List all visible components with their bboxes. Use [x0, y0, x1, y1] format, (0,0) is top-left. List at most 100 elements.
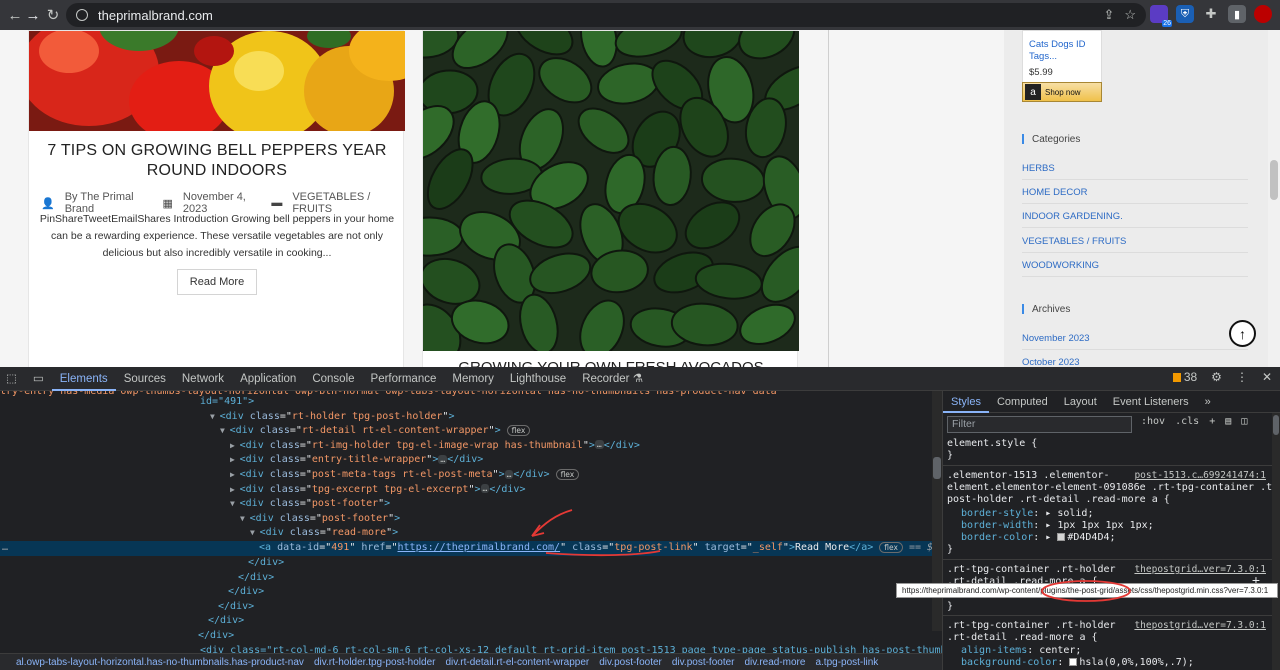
rule3-prop-background-color[interactable]: background-color: hsla(0,0%,100%,.7); [961, 657, 1194, 669]
settings-gear-icon[interactable]: ⚙ [1211, 370, 1222, 384]
prop-name: border-width [961, 520, 1034, 531]
share-icon[interactable]: ⇪ [1103, 7, 1114, 23]
crumb-4[interactable]: div.post-footer [667, 657, 740, 668]
avocado-shape [739, 303, 796, 345]
site-info-icon[interactable] [76, 9, 88, 21]
post-title[interactable]: 7 TIPS ON GROWING BELL PEPPERS YEAR ROUN… [39, 141, 395, 181]
page-scrollbar-thumb[interactable] [1270, 160, 1278, 200]
new-rule-icon[interactable]: + [1209, 416, 1215, 427]
prop-value: center; [1039, 645, 1082, 656]
avocado-shape [700, 157, 766, 203]
hov-toggle[interactable]: :hov [1141, 416, 1165, 427]
dom-breadcrumb: al.owp-tabs-layout-horizontal.has-no-thu… [0, 653, 942, 670]
product-title[interactable]: Cats Dogs ID Tags... [1029, 39, 1101, 63]
tab-performance[interactable]: Performance [363, 367, 445, 391]
categories-heading-text: Categories [1032, 134, 1081, 145]
bookmark-star-icon[interactable]: ☆ [1124, 7, 1136, 23]
tab-elements[interactable]: Elements [51, 367, 116, 391]
content-divider [828, 30, 829, 367]
devtools-menu-icon[interactable]: ⋮ [1236, 370, 1248, 384]
tab-computed[interactable]: Computed [989, 391, 1056, 413]
read-more-button[interactable]: Read More [177, 269, 257, 295]
rule1-selector-2: element.elementor-element-091086e .rt-tp… [947, 482, 1280, 493]
close-devtools-icon[interactable]: ✕ [1262, 370, 1272, 384]
tab-memory[interactable]: Memory [444, 367, 502, 391]
rule2-source-link[interactable]: thepostgrid…ver=7.3.0:1 [1134, 564, 1266, 575]
prop-value: solid; [1057, 508, 1094, 519]
sidebar-toggle-icon[interactable]: ◫ [1241, 416, 1247, 427]
web-page-viewport: 7 TIPS ON GROWING BELL PEPPERS YEAR ROUN… [0, 30, 1280, 367]
extensions-puzzle-icon[interactable]: ✚ [1202, 5, 1220, 23]
styles-scrollbar-thumb[interactable] [1273, 415, 1279, 435]
avocado-shape [579, 299, 625, 351]
archive-item-oct-2023[interactable]: October 2023 [1022, 357, 1248, 367]
element-style-rule[interactable]: element.style { [947, 438, 1037, 450]
profile-avatar[interactable] [1254, 5, 1272, 23]
reload-icon[interactable]: ↻ [42, 4, 64, 26]
page-scrollbar[interactable] [1268, 30, 1280, 367]
crumb-0[interactable]: al.owp-tabs-layout-horizontal.has-no-thu… [0, 657, 309, 668]
extension-icon-1[interactable]: 26 [1150, 5, 1172, 27]
tab-layout[interactable]: Layout [1056, 391, 1105, 413]
rule1-prop-border-style[interactable]: border-style: ▸ solid; [961, 508, 1093, 520]
category-item-herbs[interactable]: HERBS [1022, 163, 1248, 180]
post-excerpt: PinShareTweetEmailShares Introduction Gr… [39, 213, 395, 259]
inspect-element-icon[interactable]: ⬚ [0, 367, 25, 391]
post-card-avocados: GROWING YOUR OWN FRESH AVOCADOS [422, 30, 799, 367]
tab-network[interactable]: Network [174, 367, 232, 391]
crumb-3[interactable]: div.post-footer [594, 657, 667, 668]
avocados-thumbnail[interactable] [423, 31, 799, 351]
browser-toolbar: ← → ↻ theprimalbrand.com ⇪ ☆ 26 ⛨ ✚ ▮ ⋮ [0, 0, 1280, 30]
styles-filter-input[interactable]: Filter [947, 416, 1132, 433]
tab-lighthouse[interactable]: Lighthouse [502, 367, 574, 391]
styles-scrollbar[interactable] [1272, 413, 1280, 670]
bitwarden-icon[interactable]: ⛨ [1176, 5, 1194, 23]
device-toolbar-icon[interactable]: ▭ [25, 367, 52, 391]
tooltip-annotation-circle [1041, 580, 1131, 602]
rule3-source-link[interactable]: thepostgrid…ver=7.3.0:1 [1134, 620, 1266, 631]
address-bar[interactable]: theprimalbrand.com ⇪ ☆ [66, 3, 1146, 27]
tab-event-listeners[interactable]: Event Listeners [1105, 391, 1197, 413]
cls-toggle[interactable]: .cls [1175, 416, 1199, 427]
more-tabs-chevron-icon[interactable]: » [1197, 391, 1219, 413]
tab-sources[interactable]: Sources [116, 367, 174, 391]
crumb-6[interactable]: a.tpg-post-link [810, 657, 883, 668]
color-swatch[interactable] [1069, 658, 1078, 666]
elements-scrollbar-thumb[interactable] [933, 457, 941, 479]
crumb-5[interactable]: div.read-more [740, 657, 811, 668]
tab-console[interactable]: Console [304, 367, 362, 391]
category-item-woodworking[interactable]: WOODWORKING [1022, 260, 1248, 277]
color-swatch[interactable] [1057, 533, 1066, 541]
scroll-to-top-button[interactable]: ↑ [1229, 320, 1256, 347]
archives-heading-text: Archives [1032, 304, 1071, 315]
archive-item-nov-2023[interactable]: November 2023 [1022, 333, 1248, 350]
post-card-peppers: 7 TIPS ON GROWING BELL PEPPERS YEAR ROUN… [28, 30, 405, 367]
category-item-home-decor[interactable]: HOME DECOR [1022, 187, 1248, 204]
sidepanel-icon[interactable]: ▮ [1228, 5, 1246, 23]
issues-counter[interactable]: 38 [1172, 370, 1197, 384]
rule-close-brace: } [947, 450, 954, 461]
categories-heading: Categories [1022, 134, 1080, 145]
shop-now-button[interactable]: a Shop now [1022, 82, 1102, 102]
category-item-vegetables-fruits[interactable]: VEGETABLES / FRUITS [1022, 236, 1248, 253]
crumb-1[interactable]: div.rt-holder.tpg-post-holder [309, 657, 441, 668]
rule3-selector-1: .rt-tpg-container .rt-holder [947, 620, 1116, 631]
peppers-thumbnail[interactable] [29, 31, 405, 131]
crumb-2[interactable]: div.rt-detail.rt-el-content-wrapper [440, 657, 594, 668]
rule1-source-link[interactable]: post-1513.c…699241474:1 [1134, 470, 1266, 481]
paint-icon[interactable]: ▤ [1225, 416, 1231, 427]
rule1-prop-border-width[interactable]: border-width: ▸ 1px 1px 1px 1px; [961, 520, 1154, 532]
tab-recorder[interactable]: Recorder ⚗ [574, 367, 651, 391]
avocado-shape [580, 31, 618, 68]
avocado-shape [614, 31, 683, 58]
tab-application[interactable]: Application [232, 367, 304, 391]
prop-name: border-style [961, 508, 1034, 519]
category-item-indoor-gardening[interactable]: INDOOR GARDENING. [1022, 211, 1248, 228]
tab-styles[interactable]: Styles [943, 391, 989, 413]
annotation-overlay [531, 509, 661, 557]
rule3-prop-align-items[interactable]: align-items: center; [961, 645, 1081, 657]
rule1-prop-border-color[interactable]: border-color: ▸ #D4D4D4; [961, 532, 1116, 544]
forward-icon[interactable]: → [22, 4, 44, 26]
prop-name: border-color [961, 532, 1034, 543]
rule-divider [943, 465, 1280, 466]
